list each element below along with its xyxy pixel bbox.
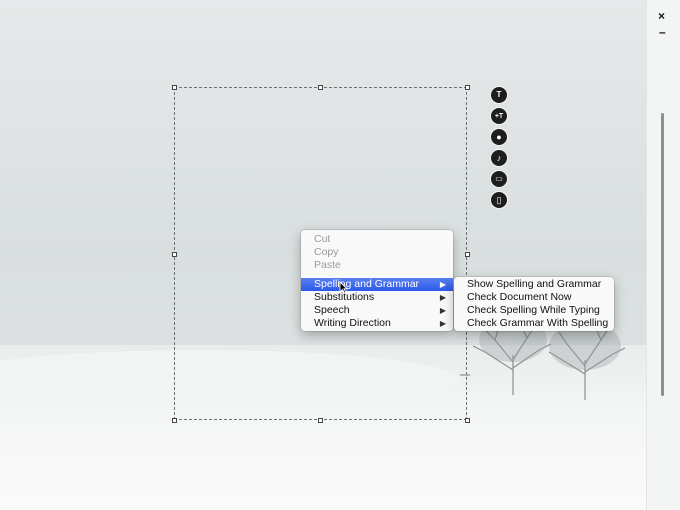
menu-item-writing-direction[interactable]: Writing Direction ▶ bbox=[301, 317, 453, 330]
resize-handle-top-right[interactable] bbox=[465, 85, 470, 90]
text-tool-button[interactable]: T bbox=[491, 87, 507, 103]
music-tool-button[interactable]: ♪ bbox=[491, 150, 507, 166]
menu-item-paste[interactable]: Paste bbox=[301, 259, 453, 272]
resize-handle-top-left[interactable] bbox=[172, 85, 177, 90]
menu-item-label: Check Document Now bbox=[467, 291, 572, 303]
resize-handle-bottom[interactable] bbox=[318, 418, 323, 423]
resize-handle-left[interactable] bbox=[172, 252, 177, 257]
menu-item-copy[interactable]: Copy bbox=[301, 246, 453, 259]
menu-item-label: Check Grammar With Spelling bbox=[467, 317, 609, 329]
menu-item-label: Writing Direction bbox=[314, 317, 391, 329]
text-icon: T bbox=[496, 90, 502, 99]
resize-handle-bottom-left[interactable] bbox=[172, 418, 177, 423]
menu-item-check-document-now[interactable]: Check Document Now bbox=[454, 291, 614, 304]
close-button[interactable]: × bbox=[658, 10, 665, 22]
menu-item-label: Paste bbox=[314, 259, 341, 271]
menu-item-label: Check Spelling While Typing bbox=[467, 304, 600, 316]
submenu-arrow-icon: ▶ bbox=[439, 280, 446, 289]
menu-item-spelling-and-grammar[interactable]: Spelling and Grammar ▶ bbox=[301, 278, 453, 291]
scrollbar[interactable] bbox=[661, 113, 664, 396]
menu-item-label: Copy bbox=[314, 246, 339, 258]
menu-item-check-grammar-with-spelling[interactable]: Check Grammar With Spelling bbox=[454, 317, 614, 330]
resize-handle-top[interactable] bbox=[318, 85, 323, 90]
menu-item-speech[interactable]: Speech ▶ bbox=[301, 304, 453, 317]
text-size-icon: +T bbox=[494, 113, 504, 120]
submenu-arrow-icon: ▶ bbox=[439, 306, 446, 315]
resize-handle-right[interactable] bbox=[465, 252, 470, 257]
music-note-icon: ♪ bbox=[496, 153, 502, 163]
menu-item-check-spelling-while-typing[interactable]: Check Spelling While Typing bbox=[454, 304, 614, 317]
menu-item-label: Cut bbox=[314, 233, 331, 245]
submenu-arrow-icon: ▶ bbox=[439, 319, 446, 328]
film-icon: ▭ bbox=[495, 174, 503, 183]
resize-handle-bottom-right[interactable] bbox=[465, 418, 470, 423]
mouse-cursor-icon bbox=[339, 281, 348, 294]
record-tool-button[interactable]: ● bbox=[491, 129, 507, 145]
document-tool-button[interactable]: ▯ bbox=[491, 192, 507, 208]
menu-item-label: Spelling and Grammar bbox=[314, 278, 420, 290]
submenu-arrow-icon: ▶ bbox=[439, 293, 446, 302]
menu-item-label: Speech bbox=[314, 304, 350, 316]
circle-icon: ● bbox=[496, 132, 502, 142]
document-icon: ▯ bbox=[496, 195, 502, 205]
context-menu: Cut Copy Paste Spelling and Grammar ▶ Su… bbox=[301, 230, 453, 331]
text-size-tool-button[interactable]: +T bbox=[491, 108, 507, 124]
menu-item-substitutions[interactable]: Substitutions ▶ bbox=[301, 291, 453, 304]
video-tool-button[interactable]: ▭ bbox=[491, 171, 507, 187]
menu-item-cut[interactable]: Cut bbox=[301, 233, 453, 246]
menu-separator bbox=[301, 275, 453, 276]
minimize-button[interactable]: – bbox=[659, 26, 666, 38]
spelling-submenu: Show Spelling and Grammar Check Document… bbox=[454, 277, 614, 331]
menu-item-label: Show Spelling and Grammar bbox=[467, 278, 602, 290]
menu-item-show-spelling-and-grammar[interactable]: Show Spelling and Grammar bbox=[454, 278, 614, 291]
